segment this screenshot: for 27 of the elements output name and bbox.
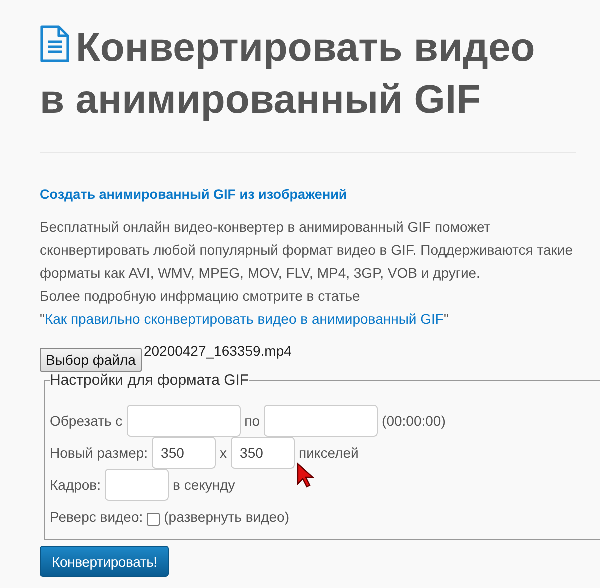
page-title: Конвертировать видео в анимированный GIF <box>40 24 536 124</box>
description-text: Бесплатный онлайн видео-конвертер в анимированный GIF поможет сконвертировать любой популярный формат видео в GIF. Поддерживаются такие форматы как AVI, WMV, MPEG, MOV, FLV, MP4, 3GP, VOB и другие. <box>40 218 574 283</box>
field-label: Новый размер: <box>50 445 148 461</box>
document-icon <box>40 25 70 63</box>
article-link[interactable]: Как правильно сконвертировать видео в анимированный GIF <box>44 311 444 327</box>
field-label: (00:00:00) <box>382 413 446 429</box>
input-field[interactable]: 350 <box>152 437 216 469</box>
reverse-checkbox[interactable] <box>147 512 160 526</box>
settings-legend: Настройки для формата GIF <box>50 372 250 389</box>
field-label: пикселей <box>299 445 359 461</box>
more-info-text: Более подробную инфрмацию смотрите в статье "Как правильно сконвертировать видео в анимированный GIF" <box>40 287 450 329</box>
input-field[interactable]: 350 <box>231 437 296 469</box>
field-label: Кадров: <box>50 477 102 493</box>
choose-file-button[interactable]: Выбор файла <box>40 348 142 372</box>
input-field[interactable] <box>105 469 170 501</box>
field-label: x <box>220 445 228 461</box>
field-label: Обрезать с <box>50 413 123 429</box>
convert-button[interactable]: Конвертировать! <box>40 546 170 577</box>
time-field[interactable] <box>264 405 378 437</box>
time-field[interactable] <box>126 405 241 437</box>
field-label: Реверс видео: <box>50 509 144 525</box>
images-gif-link[interactable]: Создать анимированный GIF из изображений <box>40 187 348 202</box>
file-name: 20200427_163359.mp4 <box>144 343 292 359</box>
field-label: (развернуть видео) <box>164 509 290 525</box>
field-label: в секунду <box>173 477 236 493</box>
cursor-icon <box>296 462 316 490</box>
field-label: по <box>244 413 260 429</box>
